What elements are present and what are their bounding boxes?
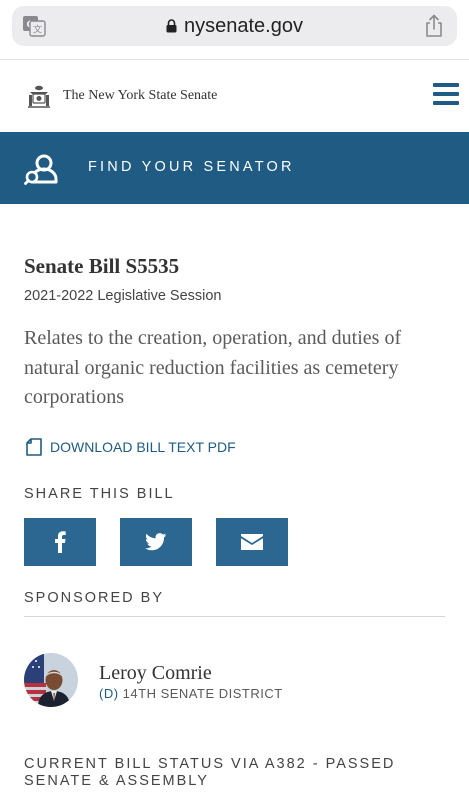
share-facebook-button[interactable] bbox=[24, 518, 96, 566]
hamburger-menu-icon[interactable] bbox=[433, 83, 459, 105]
email-icon bbox=[241, 534, 263, 550]
sponsor-name[interactable]: Leroy Comrie bbox=[99, 662, 212, 685]
sponsored-by-heading: SPONSORED BY bbox=[24, 590, 165, 606]
sponsor-avatar[interactable] bbox=[24, 653, 78, 707]
download-bill-label: DOWNLOAD BILL TEXT PDF bbox=[50, 439, 236, 455]
share-twitter-button[interactable] bbox=[120, 518, 192, 566]
legislative-session: 2021-2022 Legislative Session bbox=[24, 288, 222, 304]
bill-status-heading: CURRENT BILL STATUS VIA A382 - PASSED SE… bbox=[24, 756, 396, 789]
site-name[interactable]: The New York State Senate bbox=[63, 88, 217, 104]
bill-title: Senate Bill S5535 bbox=[24, 254, 180, 278]
url-text: nysenate.gov bbox=[184, 14, 303, 37]
share-email-button[interactable] bbox=[216, 518, 288, 566]
share-heading: SHARE THIS BILL bbox=[24, 486, 175, 502]
divider bbox=[24, 616, 445, 617]
sponsor-district-label: 14TH SENATE DISTRICT bbox=[122, 686, 283, 701]
address-bar[interactable]: G 文 nysenate.gov bbox=[12, 6, 457, 46]
share-icon[interactable] bbox=[423, 14, 445, 38]
download-bill-pdf-link[interactable]: DOWNLOAD BILL TEXT PDF bbox=[26, 438, 236, 456]
sponsor-party: (D) bbox=[99, 686, 119, 701]
sponsor-district: (D) 14TH SENATE DISTRICT bbox=[99, 686, 283, 701]
bill-summary: Relates to the creation, operation, and … bbox=[24, 327, 402, 408]
document-icon bbox=[26, 438, 42, 456]
facebook-icon bbox=[55, 531, 66, 553]
twitter-icon bbox=[145, 533, 167, 551]
browser-chrome: G 文 nysenate.gov bbox=[0, 0, 469, 60]
nys-seal-icon[interactable] bbox=[26, 84, 52, 110]
find-senator-button[interactable]: FIND YOUR SENATOR bbox=[0, 132, 469, 204]
site-header: The New York State Senate bbox=[0, 60, 469, 132]
find-senator-label: FIND YOUR SENATOR bbox=[88, 159, 295, 175]
find-senator-icon bbox=[24, 154, 58, 185]
lock-icon bbox=[166, 19, 177, 33]
